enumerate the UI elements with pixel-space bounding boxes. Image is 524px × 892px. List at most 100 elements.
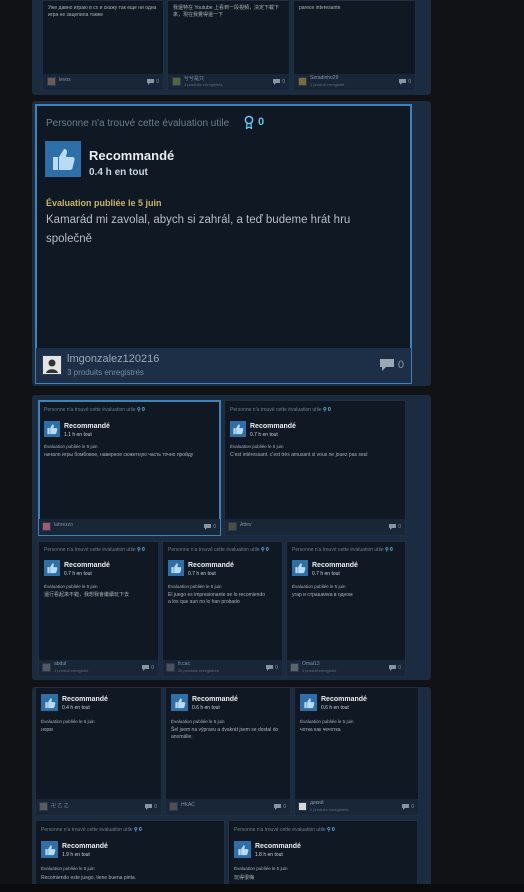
featured-review-card[interactable]: Personne n'a trouvé cette évaluation uti… <box>35 104 412 384</box>
helpful-text: Personne n'a trouvé cette évaluation uti… <box>230 407 331 413</box>
avatar[interactable] <box>298 802 307 811</box>
reviewer-name[interactable]: abdul <box>54 661 114 667</box>
products-count: 3 produits enregistrés <box>67 368 144 377</box>
comment-count[interactable]: 0 <box>389 524 401 530</box>
review-footer: дикий 2 produits enregistrés 0 <box>295 799 418 815</box>
playtime: 0.6 h en tout <box>192 705 220 711</box>
comment-count[interactable]: 0 <box>389 665 401 671</box>
playtime: 0.4 h en tout <box>62 705 90 711</box>
review-card[interactable]: parece interesante Seradinho29 1 produit… <box>293 0 416 91</box>
award-count[interactable]: 0 <box>244 115 264 129</box>
posted-date: Évaluation publiée le 5 juin <box>230 444 284 449</box>
review-text: Recomiendo este juego, tiene buena pinta… <box>41 875 137 881</box>
avatar[interactable] <box>166 663 175 672</box>
review-text: угар и страшилка в одном <box>292 592 353 598</box>
comment-count[interactable]: 0 <box>145 804 157 810</box>
comment-icon <box>273 79 281 85</box>
comment-count[interactable]: 0 <box>266 665 278 671</box>
thumbs-up-icon <box>41 841 58 858</box>
comment-count[interactable]: 0 <box>274 804 286 810</box>
comment-count[interactable]: 0 <box>142 665 154 671</box>
award-count[interactable]: ⚲ 0 <box>323 407 331 413</box>
review-card[interactable]: Recommandé 0.6 h en tout Évaluation publ… <box>165 687 291 816</box>
award-count[interactable]: ⚲ 0 <box>134 827 142 833</box>
helpful-text: Personne n'a trouvé cette évaluation uti… <box>46 118 230 129</box>
avatar[interactable] <box>42 522 51 531</box>
avatar[interactable] <box>298 77 307 86</box>
comment-icon <box>274 804 282 810</box>
recommendation-label[interactable]: Recommandé <box>64 562 110 569</box>
recommendation-label[interactable]: Recommandé <box>64 423 110 430</box>
posted-date: Évaluation publiée le 5 juin <box>44 584 98 589</box>
reviewer-name[interactable]: 兮兮是只 <box>184 75 244 82</box>
posted-date: Évaluation publiée le 5 juin <box>46 198 162 208</box>
comment-count[interactable]: 0 <box>379 359 404 371</box>
review-card[interactable]: Personne n'a trouvé cette évaluation uti… <box>228 820 418 887</box>
reviewer-name[interactable]: levos <box>59 77 119 83</box>
review-text: Уже давно играю в сх и скажу так еще ни … <box>48 5 157 18</box>
comment-icon <box>379 359 394 371</box>
comment-count[interactable]: 0 <box>399 79 411 85</box>
recommendation-label[interactable]: Recommandé <box>188 562 234 569</box>
playtime: 0.4 h en tout <box>89 167 148 178</box>
avatar[interactable] <box>39 802 48 811</box>
reviewer-name[interactable]: lahrezzo <box>54 522 134 528</box>
thumbs-up-icon <box>44 421 60 437</box>
recommendation-label[interactable]: Recommandé <box>255 843 301 850</box>
comment-count[interactable]: 0 <box>204 524 216 530</box>
reviewer-name[interactable]: fr.cac <box>178 661 238 667</box>
recommendation-label[interactable]: Recommandé <box>89 148 174 163</box>
avatar[interactable] <box>228 522 237 531</box>
recommendation-label[interactable]: Recommandé <box>62 696 108 703</box>
review-text: 玩得很嗨 <box>234 875 255 881</box>
playtime: 1.1 h en tout <box>64 432 92 438</box>
review-card[interactable]: Personne n'a trouvé cette évaluation uti… <box>286 541 406 677</box>
review-card[interactable]: Personne n'a trouvé cette évaluation uti… <box>35 820 225 887</box>
products-count: 1 produit enregistré <box>310 82 345 87</box>
recommendation-label[interactable]: Recommandé <box>312 562 358 569</box>
playtime: 1.8 h en tout <box>255 852 283 858</box>
comment-count[interactable]: 0 <box>147 79 159 85</box>
reviewer-name[interactable]: Seradinho29 <box>310 75 370 81</box>
review-card[interactable]: Recommandé 0.4 h en tout Évaluation publ… <box>35 687 162 816</box>
reviewer-name[interactable]: Omai13 <box>302 661 362 667</box>
reviewer-name[interactable]: HKAC <box>181 802 241 808</box>
recommendation-label[interactable]: Recommandé <box>321 696 367 703</box>
award-count[interactable]: ⚲ 0 <box>385 547 393 553</box>
avatar[interactable] <box>42 663 51 672</box>
review-footer: Omai13 1 produit enregistré 0 <box>287 660 405 676</box>
comment-icon <box>142 665 150 671</box>
review-card[interactable]: Personne n'a trouvé cette évaluation uti… <box>38 400 221 536</box>
reviewer-name[interactable]: дикий <box>310 800 370 806</box>
thumbs-up-icon <box>171 694 188 711</box>
review-card[interactable]: Personne n'a trouvé cette évaluation uti… <box>38 541 159 677</box>
posted-date: Évaluation publiée le 5 juin <box>44 444 98 449</box>
avatar[interactable] <box>47 77 56 86</box>
award-count[interactable]: ⚲ 0 <box>137 407 145 413</box>
avatar[interactable] <box>290 663 299 672</box>
review-card[interactable]: Personne n'a trouvé cette évaluation uti… <box>224 400 406 536</box>
review-card[interactable]: Recommandé 0.6 h en tout Évaluation publ… <box>294 687 419 816</box>
review-card[interactable]: Уже давно играю в сх и скажу так еще ни … <box>42 0 164 91</box>
review-text: Šel jsem na výpravu a dvakrát jsem se do… <box>171 727 279 740</box>
avatar[interactable] <box>169 802 178 811</box>
recommendation-label[interactable]: Recommandé <box>192 696 238 703</box>
posted-date: Évaluation publiée le 5 juin <box>168 584 222 589</box>
recommendation-label[interactable]: Recommandé <box>250 423 296 430</box>
comment-icon <box>147 79 155 85</box>
review-card[interactable]: 我還特在 Youtube 上看到一段視頻，決定下載下來，現在我覺得還一下 兮兮是… <box>167 0 290 91</box>
reviewer-name[interactable]: 卍 乙 之 <box>51 802 111 809</box>
reviewer-name[interactable]: lmgonzalez120216 <box>67 353 267 365</box>
reviewer-name[interactable]: Attev <box>240 522 320 528</box>
review-card[interactable]: Personne n'a trouvé cette évaluation uti… <box>162 541 283 677</box>
award-count[interactable]: ⚲ 0 <box>327 827 335 833</box>
comment-count[interactable]: 0 <box>402 804 414 810</box>
avatar[interactable] <box>42 355 62 375</box>
award-count[interactable]: ⚲ 0 <box>137 547 145 553</box>
recommendation-label[interactable]: Recommandé <box>62 843 108 850</box>
award-count[interactable]: ⚲ 0 <box>261 547 269 553</box>
comment-icon <box>389 665 397 671</box>
avatar[interactable] <box>172 77 181 86</box>
comment-count[interactable]: 0 <box>273 79 285 85</box>
posted-date: Évaluation publiée le 5 juin <box>171 719 225 724</box>
